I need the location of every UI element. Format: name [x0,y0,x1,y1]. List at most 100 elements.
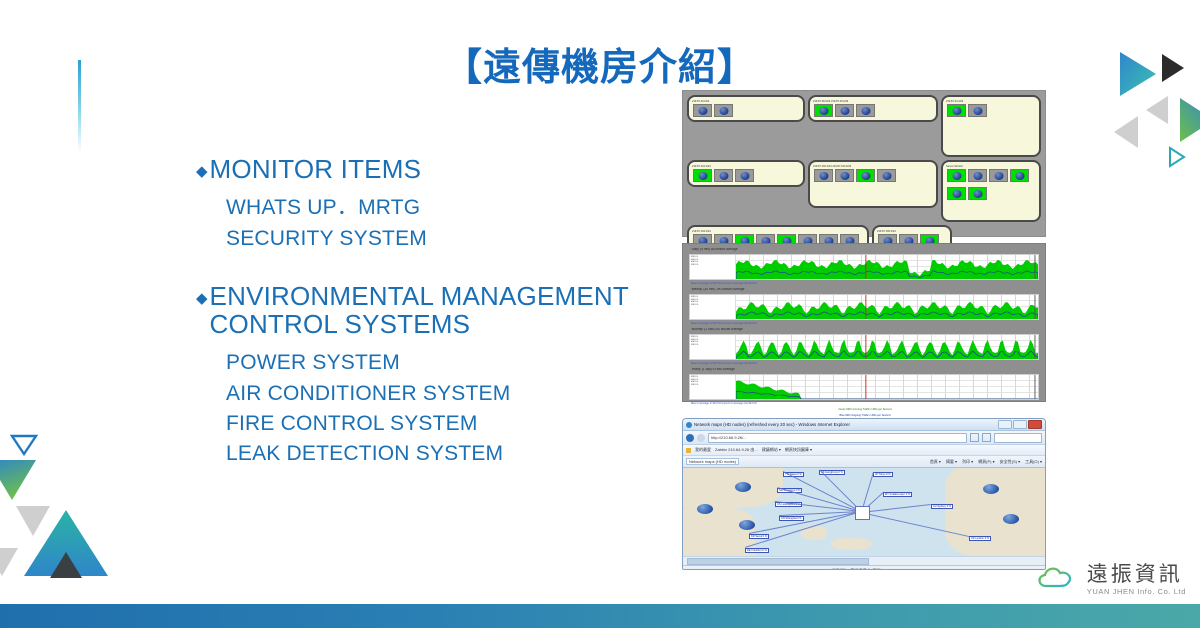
horizontal-scrollbar[interactable] [683,556,1045,565]
menu-home[interactable]: 首頁 ▾ [930,459,941,465]
network-group-grid: 219.87.40.0/24 219.87.48.0/24 219.87.49.0… [687,95,1041,352]
network-group[interactable]: 219.87.161.0/24 [687,160,805,187]
bottom-accent-bar [0,604,1200,628]
map-node[interactable] [735,482,751,492]
menu-feeds[interactable]: 摘要 ▾ [946,459,957,465]
map-node[interactable] [739,520,755,530]
network-group-label: 219.87.40.0/24 [692,100,710,103]
network-device-icon[interactable] [814,169,833,183]
map-node-label[interactable]: MY KualaLumpur 0 % [883,492,913,498]
map-link [861,504,932,513]
map-node[interactable] [983,484,999,494]
network-group[interactable]: 219.87.40.0/24 [687,95,805,122]
screenshot-mrtg-graphs: 'Daily' (5 min) 88 Minute Average 800.0 k… [682,243,1046,417]
window-controls [998,420,1042,429]
map-hub-node[interactable] [855,506,870,520]
mrtg-graph: 800.0 k 600.0 k 400.0 k 200.0 k [689,254,1039,280]
close-button[interactable] [1028,420,1042,429]
browser-status-bar: 網際網路 | 受保護模式: 關閉 100% [683,565,1045,569]
mrtg-graph: 800.0 k 600.0 k 400.0 k 200.0 k [689,334,1039,360]
network-device-icon[interactable] [735,169,754,183]
search-box[interactable] [994,432,1042,443]
network-device-icon[interactable] [968,187,987,201]
network-device-icon[interactable] [856,104,875,118]
bullet-marker-icon: ◆ [196,163,208,180]
network-device-icon[interactable] [835,169,854,183]
mrtg-graph: 800.0 k 600.0 k 400.0 k 200.0 k [689,374,1039,400]
refresh-icon[interactable] [970,433,979,442]
map-node[interactable] [697,504,713,514]
network-group-label: 219.87.164.0/24 [692,230,711,233]
network-device-icon[interactable] [714,104,733,118]
map-node[interactable] [1003,514,1019,524]
network-group[interactable]: Server Monitor [941,160,1041,222]
item-fire-control-system: FIRE CONTROL SYSTEM [226,411,478,435]
map-node-label[interactable]: KR Seoul 0 % [749,534,770,540]
menu-safety[interactable]: 安全性(S) ▾ [1000,459,1020,465]
screenshot-ie-network-map: Network maps (HD nodes) (refreshed every… [682,418,1046,570]
network-device-icon[interactable] [714,169,733,183]
network-device-icon[interactable] [814,104,833,118]
map-landmass [831,538,871,550]
network-group[interactable]: 219.87.44.0/24 [941,95,1041,157]
forward-icon[interactable] [697,433,705,442]
network-group-label: 219.87.162.0/24 219.87.163.0/24 [813,165,852,168]
browser-favorites-bar: 我的最愛 Zabbix 210.64.9.26 由... 建議網站 ▾ 網頁快訊… [683,445,1045,456]
stop-icon[interactable] [982,433,991,442]
network-group[interactable]: 219.87.48.0/24 219.87.49.0/24 [808,95,938,122]
heading-env-line1: ENVIRONMENTAL MANAGEMENT [209,280,629,311]
mrtg-plot-area [735,335,1039,359]
favorite-item-2[interactable]: 建議網站 ▾ [762,447,781,453]
menu-tools[interactable]: 工具(O) ▾ [1025,459,1042,465]
mrtg-plot-area [735,295,1039,319]
mrtg-y-axis-legend: 800.0 k 600.0 k 400.0 k 200.0 k [690,255,736,279]
item-security-system: SECURITY SYSTEM [226,226,427,250]
brand-name-en: YUAN JHEN Info. Co. Ltd [1086,587,1186,596]
network-group-label: 219.87.161.0/24 [692,165,711,168]
map-node-label[interactable]: UK London 0 % [969,536,992,542]
network-device-icon[interactable] [877,169,896,183]
network-device-icon[interactable] [835,104,854,118]
network-device-icon[interactable] [989,169,1008,183]
back-icon[interactable] [686,433,694,442]
tab-network-maps[interactable]: Network maps (HD nodes) [686,458,740,465]
network-device-icon[interactable] [693,104,712,118]
menu-page[interactable]: 網頁(P) ▾ [978,459,994,465]
map-node-label[interactable]: CN Shanghai 0 % [779,516,804,522]
favorite-item-3[interactable]: 網頁快訊圖庫 ▾ [785,447,812,453]
network-device-icon[interactable] [947,169,966,183]
mrtg-y-axis-legend: 800.0 k 600.0 k 400.0 k 200.0 k [690,295,736,319]
favorite-item-1[interactable]: Zabbix 210.64.9.26 由... [715,447,758,453]
network-device-icon[interactable] [947,187,966,201]
bullet-monitor-items: ◆ MONITOR ITEMS [196,155,666,183]
maximize-button[interactable] [1013,420,1027,429]
network-device-icon[interactable] [968,104,987,118]
favorite-item-0[interactable]: 我的最愛 [695,447,711,453]
item-whats-up-mrtg: WHATS UP．MRTG [226,196,421,220]
address-bar[interactable]: http://210.66.9.26/... [708,432,967,443]
brand-name-zh: 遠振資訊 [1086,561,1183,586]
network-device-icon[interactable] [693,169,712,183]
map-node-label[interactable]: DE Frankfurt 0 % [745,548,769,554]
network-group-label: 219.87.48.0/24 219.87.49.0/24 [813,100,849,103]
network-device-icon[interactable] [1010,169,1029,183]
network-device-icon[interactable] [968,169,987,183]
menu-print[interactable]: 列印 ▾ [962,459,973,465]
mrtg-graph: 800.0 k 600.0 k 400.0 k 200.0 k [689,294,1039,320]
page-title: 【遠傳機房介紹】 [443,45,756,89]
network-device-icon[interactable] [947,104,966,118]
heading-env-line2: CONTROL SYSTEMS [209,309,471,340]
map-node-label[interactable]: AU Sydney 0 % [931,504,954,510]
network-group[interactable]: 219.87.162.0/24 219.87.163.0/24 [808,160,938,208]
favorites-star-icon[interactable] [686,447,691,453]
map-node-label[interactable]: JP Tokyo 0 % [873,472,893,478]
network-map-canvas[interactable]: TW Taipei 0 % HK HongKong 0 % JP Tokyo 0 %… [683,468,1045,556]
map-landmass [683,468,783,508]
network-group-label: Server Monitor [946,165,964,168]
ie-icon [686,421,692,428]
minimize-button[interactable] [998,420,1012,429]
browser-tab-bar: Network maps (HD nodes) 首頁 ▾ 摘要 ▾ 列印 ▾ 網… [683,456,1045,468]
browser-window-title: Network maps (HD nodes) (refreshed every… [694,422,850,427]
network-device-icon[interactable] [856,169,875,183]
mrtg-y-axis-legend: 800.0 k 600.0 k 400.0 k 200.0 k [690,375,736,399]
